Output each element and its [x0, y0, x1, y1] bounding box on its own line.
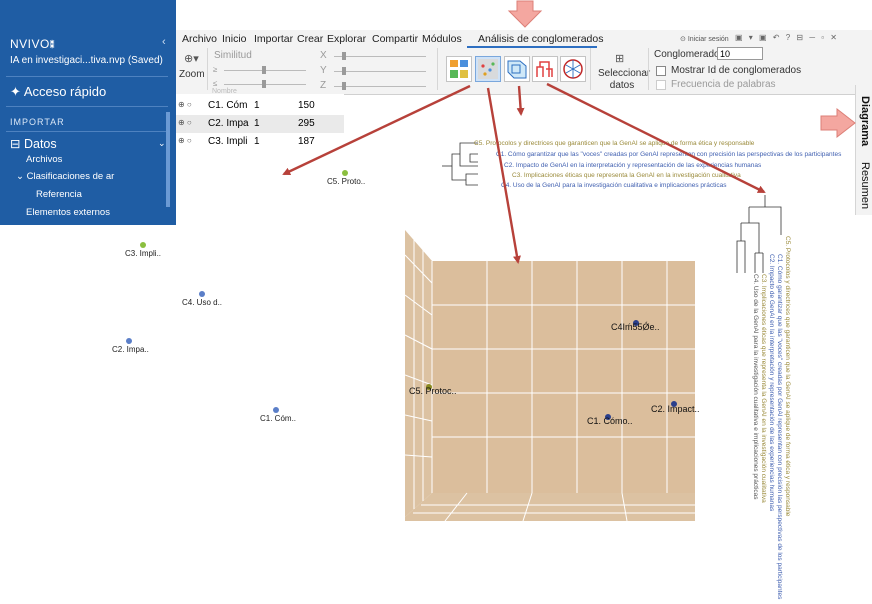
- arrow-to-v-dendrogram: [546, 82, 766, 194]
- arrow-to-3d-map: [486, 87, 521, 264]
- arrow-to-h-dendrogram: [516, 85, 525, 116]
- arrow-to-2d-map: [282, 84, 471, 176]
- annotation-arrows: [282, 82, 766, 264]
